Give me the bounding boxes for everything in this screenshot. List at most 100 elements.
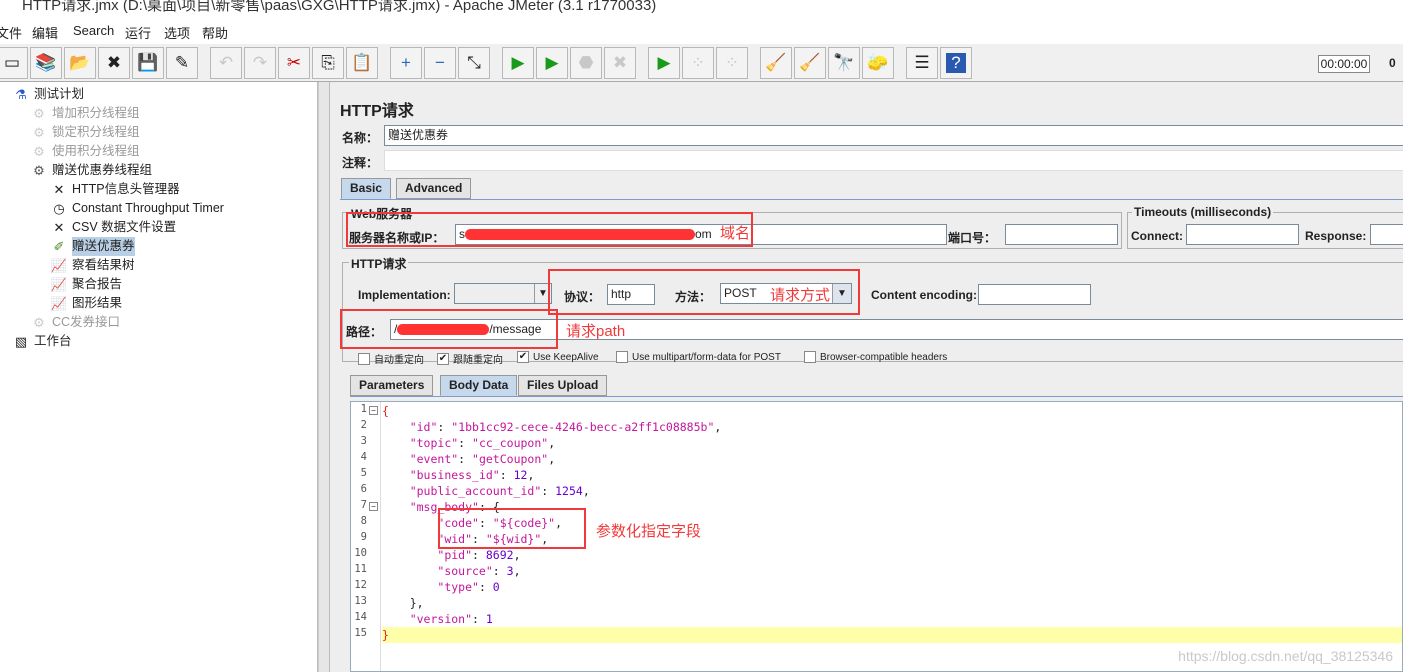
save-as-button[interactable]: ✎ — [166, 47, 198, 79]
stop-button[interactable]: ⬣ — [570, 47, 602, 79]
start-no-pause-button[interactable]: ▶ — [536, 47, 568, 79]
tree-node[interactable]: ⚙ CC发券接口 — [30, 313, 120, 332]
menu-0[interactable]: 文件 — [0, 23, 22, 42]
checkbox-2[interactable]: ✔ Use KeepAlive — [517, 351, 599, 363]
line-number: 15 — [354, 627, 367, 639]
code-line: "type": 0 — [437, 580, 500, 594]
gear-icon: ⚙ — [33, 125, 45, 140]
function-helper-button[interactable]: ☰ — [906, 47, 938, 79]
clear-button[interactable]: 🧹 — [760, 47, 792, 79]
gear-icon: ⚙ — [33, 315, 45, 330]
content-encoding-label: Content encoding: — [871, 288, 977, 302]
help-icon: ? — [946, 53, 966, 73]
annotation-path: 请求path — [566, 323, 626, 340]
expand-button[interactable]: + — [390, 47, 422, 79]
tree-node[interactable]: ⚙ 使用积分线程组 — [30, 142, 140, 161]
checkbox-3[interactable]: Use multipart/form-data for POST — [616, 351, 781, 363]
collapse-button[interactable]: − — [424, 47, 456, 79]
paste-icon: 📋 — [351, 53, 373, 72]
open-button[interactable]: 📂 — [64, 47, 96, 79]
name-field[interactable]: 赠送优惠券 — [384, 125, 1403, 146]
shutdown-icon: ✖ — [612, 53, 628, 72]
checkbox-box[interactable] — [616, 351, 628, 363]
copy-button[interactable]: ⎘ — [312, 47, 344, 79]
start-button[interactable]: ▶ — [502, 47, 534, 79]
tree-node[interactable]: ✕ CSV 数据文件设置 — [50, 218, 177, 237]
port-label: 端口号： — [948, 231, 997, 245]
menu-3[interactable]: 运行 — [125, 23, 151, 42]
remote-stop-button[interactable]: ⁘ — [682, 47, 714, 79]
test-plan-tree[interactable]: ⚗ 测试计划 ⚙ 增加积分线程组 ⚙ 锁定积分线程组 ⚙ 使用积分线程组 ⚙ 赠送优惠券线程组 ✕ H… — [0, 82, 318, 672]
new-button[interactable]: ▭ — [0, 47, 28, 79]
tab-parameters[interactable]: Parameters — [350, 375, 434, 396]
paste-button[interactable]: 📋 — [346, 47, 378, 79]
toggle-button[interactable]: ⤡ — [458, 47, 490, 79]
content-encoding-field[interactable] — [978, 284, 1091, 305]
reset-search-button[interactable]: 🧽 — [862, 47, 894, 79]
undo-button[interactable]: ↶ — [210, 47, 242, 79]
checkbox-box[interactable]: ✔ — [517, 351, 529, 363]
save-button[interactable]: 💾 — [132, 47, 164, 79]
menu-2[interactable]: Search — [73, 23, 114, 38]
port-field[interactable] — [1005, 224, 1118, 245]
tree-node[interactable]: ▧ 工作台 — [12, 332, 72, 351]
search-button[interactable]: 🔭 — [828, 47, 860, 79]
fold-toggle-icon[interactable]: − — [369, 406, 378, 415]
checkbox-1[interactable]: ✔ 跟随重定向 — [437, 351, 503, 366]
remote-start-button[interactable]: ▶ — [648, 47, 680, 79]
shutdown-button[interactable]: ✖ — [604, 47, 636, 79]
checkbox-label: 跟随重定向 — [453, 355, 503, 366]
remote-shutdown-icon: ⁘ — [724, 53, 740, 72]
line-number: 14 — [354, 611, 367, 623]
close-button[interactable]: ✖ — [98, 47, 130, 79]
close-icon: ✖ — [106, 53, 122, 72]
annotation-box-params — [438, 508, 586, 549]
tree-node[interactable]: 📈 聚合报告 — [50, 275, 122, 294]
menu-5[interactable]: 帮助 — [202, 23, 228, 42]
start-icon: ▶ — [511, 53, 525, 72]
menu-4[interactable]: 选项 — [164, 23, 190, 42]
remote-shutdown-button[interactable]: ⁘ — [716, 47, 748, 79]
fold-toggle-icon[interactable]: − — [369, 502, 378, 511]
clear-all-button[interactable]: 🧹 — [794, 47, 826, 79]
templates-button[interactable]: 📚 — [30, 47, 62, 79]
tab-files-upload[interactable]: Files Upload — [518, 375, 608, 396]
checkbox-0[interactable]: 自动重定向 — [358, 351, 424, 366]
checkbox-box[interactable] — [804, 351, 816, 363]
graph-icon: 📈 — [50, 277, 68, 292]
watermark: https://blog.csdn.net/qq_38125346 — [1178, 648, 1393, 664]
tab-advanced[interactable]: Advanced — [396, 178, 472, 199]
tree-node-label: 使用积分线程组 — [52, 144, 140, 158]
tree-node[interactable]: ◷ Constant Throughput Timer — [50, 199, 224, 218]
tree-node[interactable]: ⚙ 锁定积分线程组 — [30, 123, 139, 142]
redo-button[interactable]: ↷ — [244, 47, 276, 79]
save-as-icon: ✎ — [174, 53, 190, 72]
tree-node[interactable]: ⚗ 测试计划 — [12, 85, 84, 104]
tab-basic[interactable]: Basic — [341, 178, 392, 199]
checkbox-4[interactable]: Browser-compatible headers — [804, 351, 947, 363]
help-button[interactable]: ? — [940, 47, 972, 79]
response-timeout-field[interactable] — [1370, 224, 1403, 245]
split-pane-divider[interactable] — [318, 82, 330, 672]
tree-node[interactable]: 📈 图形结果 — [50, 294, 122, 313]
line-number: 11 — [354, 563, 367, 575]
tree-node[interactable]: ⚙ 增加积分线程组 — [30, 104, 139, 123]
tree-node[interactable]: ⚙ 赠送优惠券线程组 — [30, 161, 152, 180]
redo-icon: ↷ — [252, 53, 268, 72]
line-number: 8 — [360, 515, 367, 527]
tree-node[interactable]: ✐ 赠送优惠券 — [50, 237, 135, 256]
timer-icon: ◷ — [53, 201, 65, 216]
line-number: 6 — [360, 483, 367, 495]
code-line: "public_account_id": 1254, — [409, 484, 590, 498]
cut-button[interactable]: ✂ — [278, 47, 310, 79]
timeouts-title: Timeouts (milliseconds) — [1132, 205, 1274, 219]
annotation-box-domain — [346, 212, 753, 247]
checkbox-box[interactable]: ✔ — [437, 352, 449, 365]
comment-field[interactable] — [384, 150, 1403, 171]
checkbox-box[interactable] — [358, 352, 370, 365]
menu-1[interactable]: 编辑 — [32, 23, 58, 42]
connect-timeout-field[interactable] — [1186, 224, 1299, 245]
tree-node[interactable]: 📈 察看结果树 — [50, 256, 135, 275]
tab-body-data[interactable]: Body Data — [440, 375, 518, 396]
tree-node[interactable]: ✕ HTTP信息头管理器 — [50, 180, 180, 199]
